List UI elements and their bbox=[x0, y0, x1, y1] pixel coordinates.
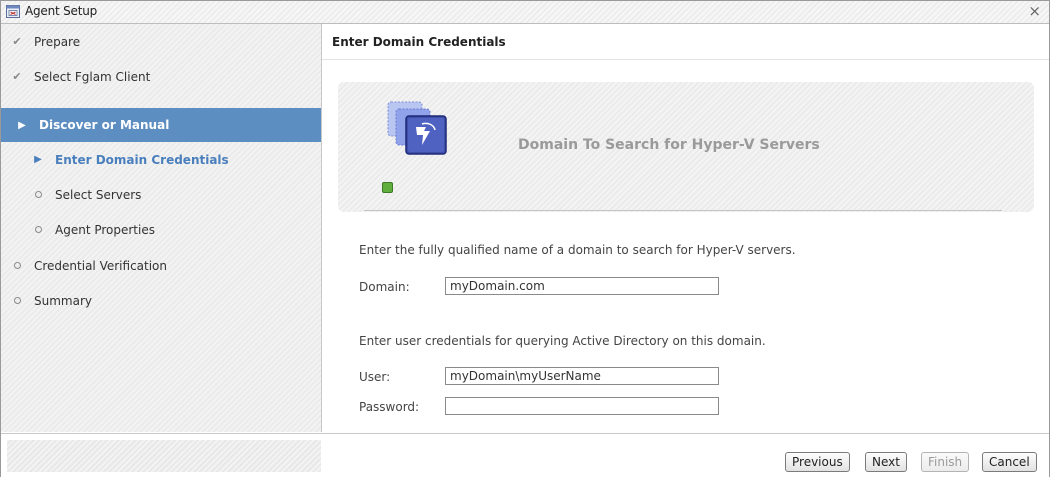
step-enter-domain-credentials[interactable]: ▶ Enter Domain Credentials bbox=[1, 142, 321, 177]
info-banner: Domain To Search for Hyper-V Servers bbox=[338, 82, 1034, 212]
circle-bullet-icon bbox=[31, 188, 45, 201]
page-header: Enter Domain Credentials bbox=[322, 24, 1049, 60]
step-discover-or-manual[interactable]: ▶ Discover or Manual bbox=[1, 108, 321, 142]
previous-button[interactable]: Previous bbox=[785, 452, 850, 472]
password-input[interactable] bbox=[445, 397, 719, 415]
close-icon[interactable]: × bbox=[1028, 2, 1041, 20]
step-select-fglam-client[interactable]: ✔ Select Fglam Client bbox=[1, 59, 321, 94]
banner-title: Domain To Search for Hyper-V Servers bbox=[518, 137, 820, 153]
hyper-v-server-icon bbox=[387, 101, 447, 155]
title-bar[interactable]: Agent Setup × bbox=[1, 1, 1049, 24]
status-led-icon bbox=[382, 182, 393, 193]
password-label: Password: bbox=[359, 400, 420, 414]
step-label: Select Servers bbox=[55, 187, 142, 202]
domain-input[interactable] bbox=[445, 277, 719, 295]
step-credential-verification[interactable]: Credential Verification bbox=[1, 248, 321, 283]
user-instructions: Enter user credentials for querying Acti… bbox=[359, 334, 766, 348]
step-select-servers[interactable]: Select Servers bbox=[1, 177, 321, 212]
page-title: Enter Domain Credentials bbox=[332, 35, 506, 49]
next-button[interactable]: Next bbox=[865, 452, 907, 472]
wizard-content-panel: Enter Domain Credentials Domain To Searc… bbox=[322, 24, 1049, 432]
circle-bullet-icon bbox=[31, 223, 45, 236]
checkmark-icon: ✔ bbox=[12, 35, 22, 48]
step-label: Prepare bbox=[34, 34, 81, 49]
step-label: Summary bbox=[34, 293, 92, 308]
step-agent-properties[interactable]: Agent Properties bbox=[1, 212, 321, 247]
step-prepare[interactable]: ✔ Prepare bbox=[1, 24, 321, 59]
domain-label: Domain: bbox=[359, 280, 410, 294]
divider bbox=[364, 210, 1002, 211]
user-input[interactable] bbox=[445, 367, 719, 385]
triangle-right-icon: ▶ bbox=[18, 119, 26, 131]
circle-bullet-icon bbox=[10, 294, 24, 307]
checkmark-icon: ✔ bbox=[12, 70, 22, 83]
step-label: Enter Domain Credentials bbox=[55, 152, 229, 167]
domain-instructions: Enter the fully qualified name of a doma… bbox=[359, 243, 796, 257]
wizard-footer: Previous Next Finish Cancel bbox=[1, 433, 1049, 477]
step-summary[interactable]: Summary bbox=[1, 283, 321, 318]
cancel-button[interactable]: Cancel bbox=[982, 452, 1037, 472]
step-label: Select Fglam Client bbox=[34, 69, 151, 84]
wizard-steps-sidebar: ✔ Prepare ✔ Select Fglam Client ▶ Discov… bbox=[1, 24, 322, 432]
agent-setup-window: Agent Setup × ✔ Prepare ✔ Select Fglam C… bbox=[0, 0, 1050, 477]
step-label: Agent Properties bbox=[55, 222, 155, 237]
footer-decoration bbox=[7, 440, 321, 472]
user-label: User: bbox=[359, 370, 391, 384]
agent-setup-icon bbox=[6, 5, 20, 18]
circle-bullet-icon bbox=[10, 259, 24, 272]
step-label: Credential Verification bbox=[34, 258, 168, 273]
step-label: Discover or Manual bbox=[39, 118, 170, 132]
window-title: Agent Setup bbox=[25, 4, 98, 18]
triangle-right-icon: ▶ bbox=[34, 154, 42, 165]
finish-button[interactable]: Finish bbox=[921, 452, 970, 472]
